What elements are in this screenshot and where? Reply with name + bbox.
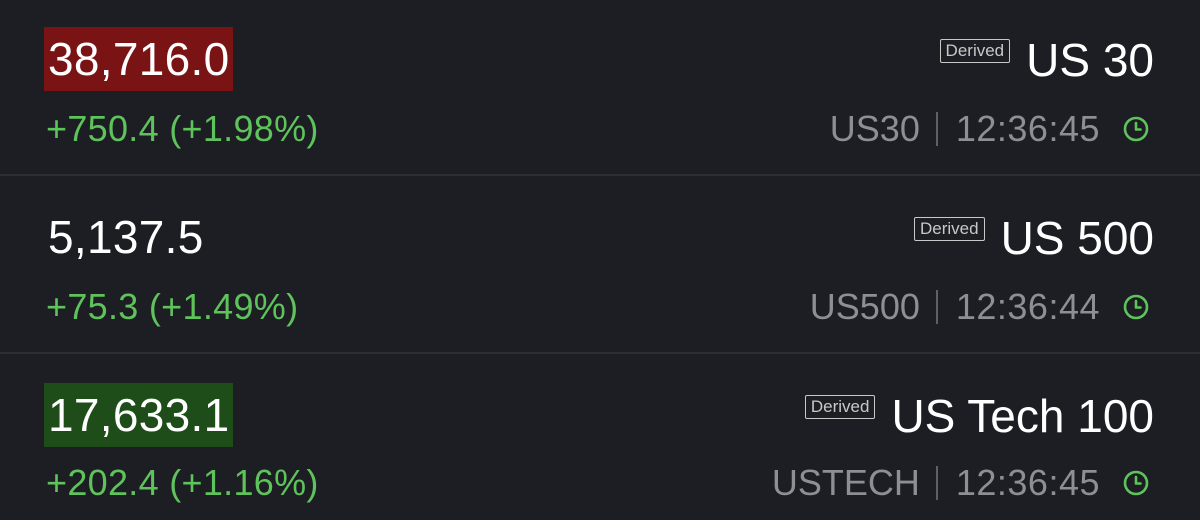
last-update-time: 12:36:45	[955, 462, 1100, 503]
derived-badge: Derived	[913, 217, 985, 241]
instrument-row-ustech[interactable]: 17,633.1 +202.4 (+1.16%) Derived US Tech…	[0, 356, 1200, 520]
instrument-symbol: US500	[809, 286, 920, 327]
instrument-name: US 30	[1026, 34, 1154, 86]
derived-badge: Derived	[939, 39, 1011, 63]
instrument-list: 38,716.0 +750.4 (+1.98%) Derived US 30 U…	[0, 0, 1200, 520]
instrument-name: US 500	[1000, 212, 1154, 264]
derived-badge: Derived	[804, 395, 876, 419]
clock-icon	[1123, 116, 1149, 142]
instrument-row-us500[interactable]: 5,137.5 +75.3 (+1.49%) Derived US 500 US…	[0, 178, 1200, 354]
instrument-meta: US500 12:36:44	[810, 282, 1150, 332]
price-change: +202.4 (+1.16%)	[46, 462, 319, 503]
instrument-row-us30[interactable]: 38,716.0 +750.4 (+1.98%) Derived US 30 U…	[0, 0, 1200, 176]
instrument-symbol: US30	[829, 108, 920, 149]
last-update-time: 12:36:44	[955, 286, 1100, 327]
last-update-time: 12:36:45	[955, 108, 1100, 149]
price-change: +750.4 (+1.98%)	[46, 108, 319, 149]
price-value: 38,716.0	[44, 27, 234, 91]
separator	[935, 290, 938, 324]
instrument-header: Derived US 30	[939, 30, 1154, 90]
price-value: 5,137.5	[48, 211, 204, 263]
instrument-symbol: USTECH	[771, 462, 920, 503]
price-change: +75.3 (+1.49%)	[46, 286, 299, 327]
clock-icon	[1123, 470, 1149, 496]
instrument-meta: USTECH 12:36:45	[772, 458, 1150, 508]
instrument-header: Derived US Tech 100	[804, 386, 1154, 446]
instrument-header: Derived US 500	[913, 208, 1154, 268]
separator	[935, 112, 938, 146]
instrument-meta: US30 12:36:45	[830, 104, 1150, 154]
instrument-name: US Tech 100	[891, 390, 1154, 442]
clock-icon	[1123, 294, 1149, 320]
separator	[935, 466, 938, 500]
price-value: 17,633.1	[44, 383, 234, 447]
